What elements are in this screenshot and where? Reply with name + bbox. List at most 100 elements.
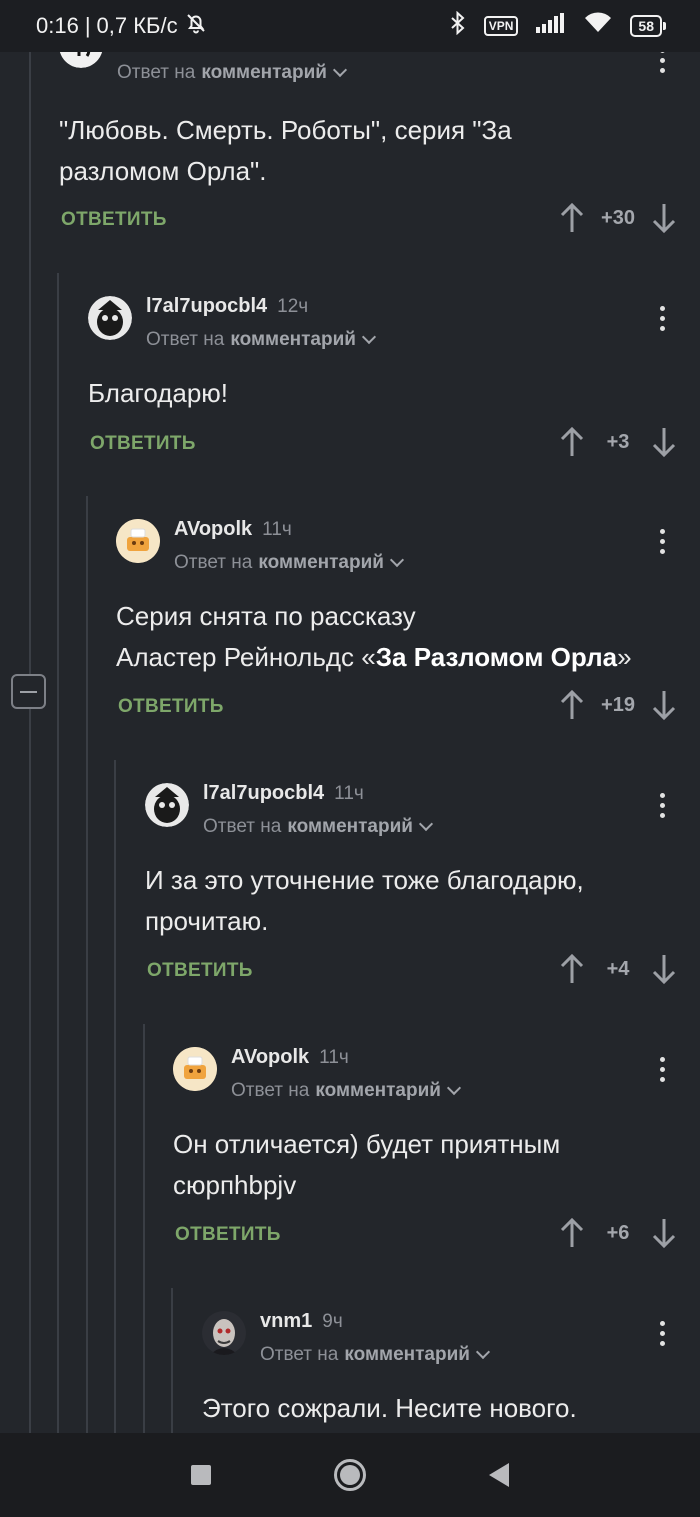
chevron-down-icon[interactable] — [389, 552, 405, 568]
story-title: За Разломом Орла — [375, 642, 618, 672]
comment-text-line: Серия снята по рассказу — [116, 601, 416, 631]
more-options-icon[interactable] — [657, 1057, 667, 1082]
avatar[interactable] — [145, 783, 189, 827]
username[interactable]: AVopolk 11ч — [174, 518, 292, 541]
more-options-icon[interactable] — [657, 529, 667, 554]
comment-text: И за это уточнение тоже благодарю, прочи… — [145, 860, 584, 942]
reply-prefix: Ответ на — [174, 552, 253, 573]
comment-text-line: И за это уточнение тоже благодарю, — [145, 865, 584, 895]
upvote-arrow-icon[interactable] — [560, 1217, 584, 1249]
vote-widget: +30 — [560, 202, 676, 234]
downvote-arrow-icon[interactable] — [652, 953, 676, 985]
network-speed: 0,7 КБ/с — [96, 13, 178, 38]
reply-prefix: Ответ на — [203, 816, 282, 837]
reply-button[interactable]: ОТВЕТИТЬ — [90, 433, 196, 455]
home-icon — [339, 1465, 360, 1485]
chevron-down-icon[interactable] — [332, 62, 348, 78]
chevron-down-icon[interactable] — [475, 1344, 491, 1360]
upvote-arrow-icon[interactable] — [560, 953, 584, 985]
downvote-arrow-icon[interactable] — [652, 426, 676, 458]
comment-actions: ОТВЕТИТЬ +19 — [0, 689, 700, 729]
vote-widget: +4 — [560, 953, 676, 985]
recent-apps-button[interactable] — [191, 1465, 212, 1485]
status-separator: | — [84, 13, 91, 38]
battery-level: 58 — [630, 15, 662, 37]
downvote-arrow-icon[interactable] — [652, 1217, 676, 1249]
clock: 0:16 — [36, 13, 79, 38]
reply-button[interactable]: ОТВЕТИТЬ — [147, 960, 253, 982]
comment-text: Серия снята по рассказу Аластер Рейнольд… — [116, 596, 632, 678]
more-options-icon[interactable] — [657, 52, 667, 73]
status-bar: 0:16 | 0,7 КБ/с VPN 58 — [0, 0, 700, 52]
downvote-arrow-icon[interactable] — [652, 689, 676, 721]
reply-to: Ответ на комментарий — [174, 552, 405, 574]
score: +19 — [601, 693, 635, 716]
mute-bell-icon — [184, 11, 208, 41]
reply-to: Ответ на комментарий — [117, 62, 348, 84]
reply-target-link[interactable]: комментарий — [287, 816, 413, 838]
upvote-arrow-icon[interactable] — [560, 426, 584, 458]
username[interactable]: l7al7upocbl4 11ч — [203, 782, 364, 805]
comment-text-line: прочитаю. — [145, 906, 269, 936]
more-options-icon[interactable] — [657, 306, 667, 331]
score: +30 — [601, 206, 635, 229]
thread-line — [171, 1288, 173, 1433]
comment-text: Этого сожрали. Несите нового. — [202, 1388, 577, 1429]
comment-actions: ОТВЕТИТЬ +4 — [0, 953, 700, 993]
score: +6 — [606, 1221, 630, 1244]
reply-to: Ответ на комментарий — [231, 1080, 462, 1102]
timestamp: 9ч — [322, 1311, 343, 1332]
comment-text-line: Благодарю! — [88, 378, 229, 408]
username[interactable]: AVopolk 11ч — [231, 1046, 349, 1069]
score: +4 — [606, 957, 630, 980]
chevron-down-icon[interactable] — [446, 1080, 462, 1096]
comment-actions: ОТВЕТИТЬ +30 — [0, 202, 700, 242]
comment-text: Благодарю! — [88, 373, 228, 414]
avatar[interactable] — [88, 296, 132, 340]
avatar[interactable] — [59, 52, 103, 68]
comment-header: l7al7upocbl4 11ч Ответ на комментарий — [145, 779, 700, 859]
reply-prefix: Ответ на — [117, 62, 196, 83]
reply-target-link[interactable]: комментарий — [230, 329, 356, 351]
upvote-arrow-icon[interactable] — [560, 202, 584, 234]
reply-to: Ответ на комментарий — [146, 329, 377, 351]
reply-target-link[interactable]: комментарий — [258, 552, 384, 574]
home-button[interactable] — [333, 1459, 366, 1491]
avatar[interactable] — [202, 1311, 246, 1355]
reply-button[interactable]: ОТВЕТИТЬ — [61, 209, 167, 231]
comment-text: Он отличается) будет приятным сюрпhbpjv — [173, 1124, 560, 1206]
downvote-arrow-icon[interactable] — [652, 202, 676, 234]
signal-icon — [536, 13, 566, 39]
more-options-icon[interactable] — [657, 793, 667, 818]
score: +3 — [606, 430, 630, 453]
comment-header: l7al7upocbl4 12ч Ответ на комментарий — [88, 292, 700, 372]
timestamp: 11ч — [334, 783, 364, 804]
reply-button[interactable]: ОТВЕТИТЬ — [118, 696, 224, 718]
reply-target-link[interactable]: комментарий — [344, 1344, 470, 1366]
comment-text-line: Он отличается) будет приятным — [173, 1129, 561, 1159]
reply-target-link[interactable]: комментарий — [201, 62, 327, 84]
comment-text-line: Этого сожрали. Несите нового. — [202, 1393, 577, 1423]
comment-text-line: разломом Орла". — [59, 156, 267, 186]
more-options-icon[interactable] — [657, 1321, 667, 1346]
comment-text: "Любовь. Смерть. Роботы", серия "За разл… — [59, 110, 512, 192]
chevron-down-icon[interactable] — [418, 816, 434, 832]
username[interactable]: vnm1 9ч — [260, 1310, 343, 1333]
comment-thread: Ответ на комментарий "Любовь. Смерть. Ро… — [0, 52, 700, 1433]
status-right: VPN 58 — [450, 10, 666, 41]
reply-prefix: Ответ на — [231, 1080, 310, 1101]
chevron-down-icon[interactable] — [361, 329, 377, 345]
vpn-badge: VPN — [483, 16, 519, 36]
reply-button[interactable]: ОТВЕТИТЬ — [175, 1224, 281, 1246]
vote-widget: +19 — [560, 689, 676, 721]
timestamp: 11ч — [319, 1047, 349, 1068]
back-button[interactable] — [488, 1463, 509, 1487]
avatar[interactable] — [173, 1047, 217, 1091]
comment-header: AVopolk 11ч Ответ на комментарий — [173, 1043, 700, 1123]
username[interactable]: l7al7upocbl4 12ч — [146, 295, 308, 318]
thread-line — [114, 760, 116, 1433]
upvote-arrow-icon[interactable] — [560, 689, 584, 721]
avatar[interactable] — [116, 519, 160, 563]
reply-target-link[interactable]: комментарий — [315, 1080, 441, 1102]
vote-widget: +6 — [560, 1217, 676, 1249]
